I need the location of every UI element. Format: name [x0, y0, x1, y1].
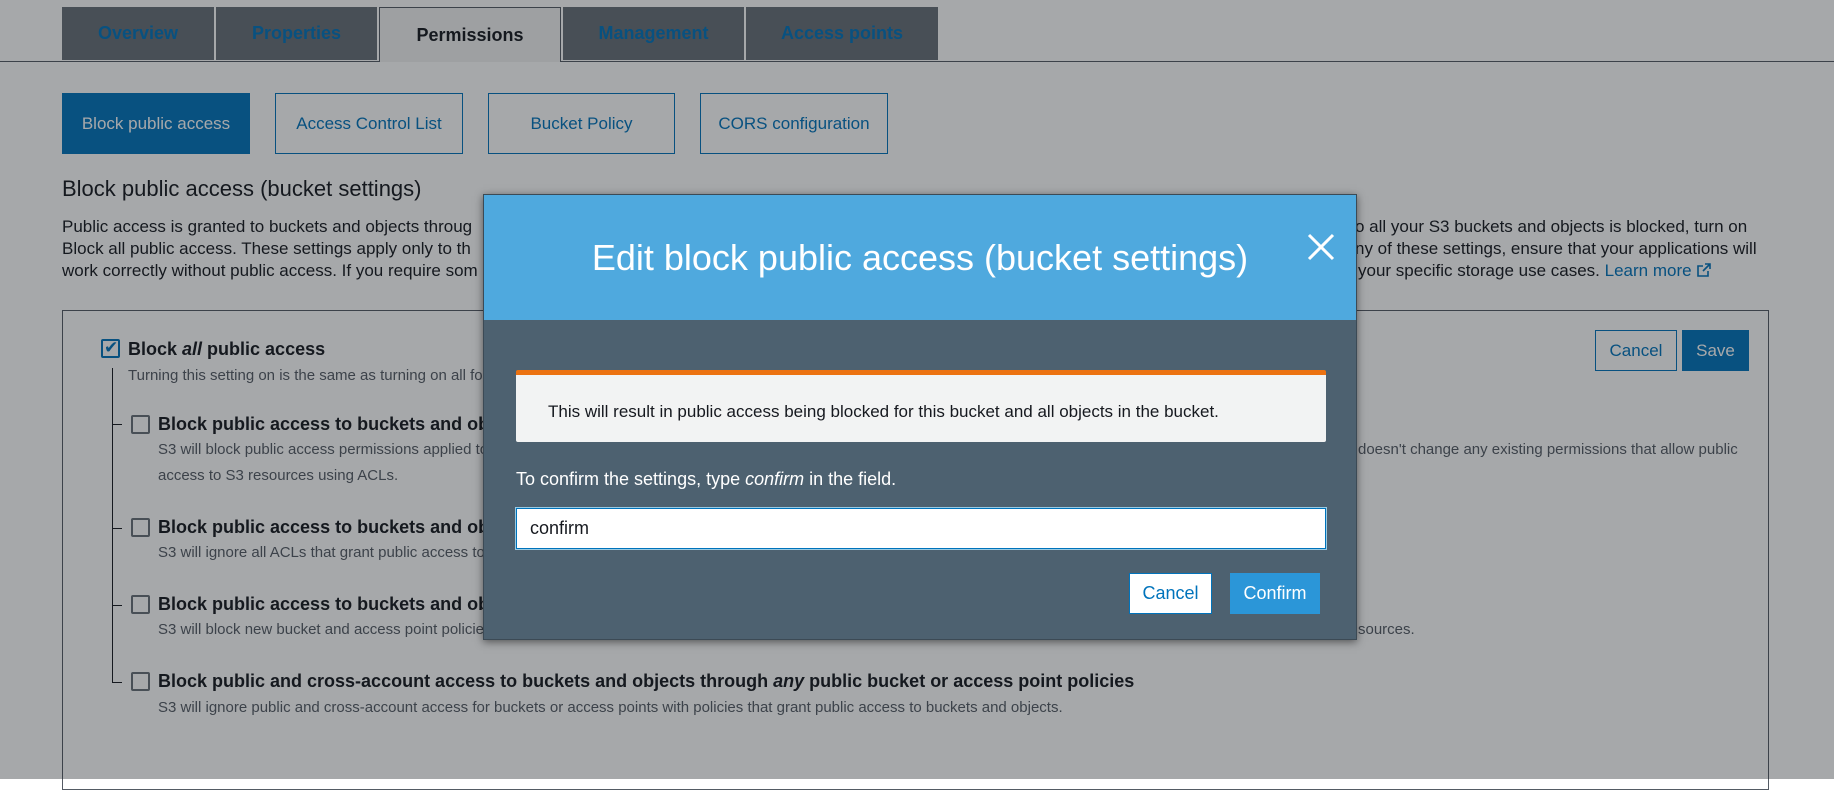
- modal-header: Edit block public access (bucket setting…: [484, 195, 1356, 320]
- edit-block-public-access-modal: Edit block public access (bucket setting…: [483, 194, 1357, 640]
- confirm-instructions-pre: To confirm the settings, type: [516, 469, 746, 489]
- confirm-input[interactable]: [516, 508, 1326, 549]
- modal-confirm-button[interactable]: Confirm: [1230, 573, 1320, 614]
- confirm-instructions-post: in the field.: [804, 469, 897, 489]
- modal-cancel-button[interactable]: Cancel: [1129, 573, 1212, 614]
- close-icon[interactable]: [1304, 230, 1338, 264]
- confirm-instructions: To confirm the settings, type confirm in…: [516, 469, 896, 490]
- modal-title: Edit block public access (bucket setting…: [591, 236, 1249, 278]
- alert-text: This will result in public access being …: [548, 402, 1219, 421]
- warning-alert: This will result in public access being …: [516, 370, 1326, 442]
- confirm-instructions-em: confirm: [745, 469, 805, 489]
